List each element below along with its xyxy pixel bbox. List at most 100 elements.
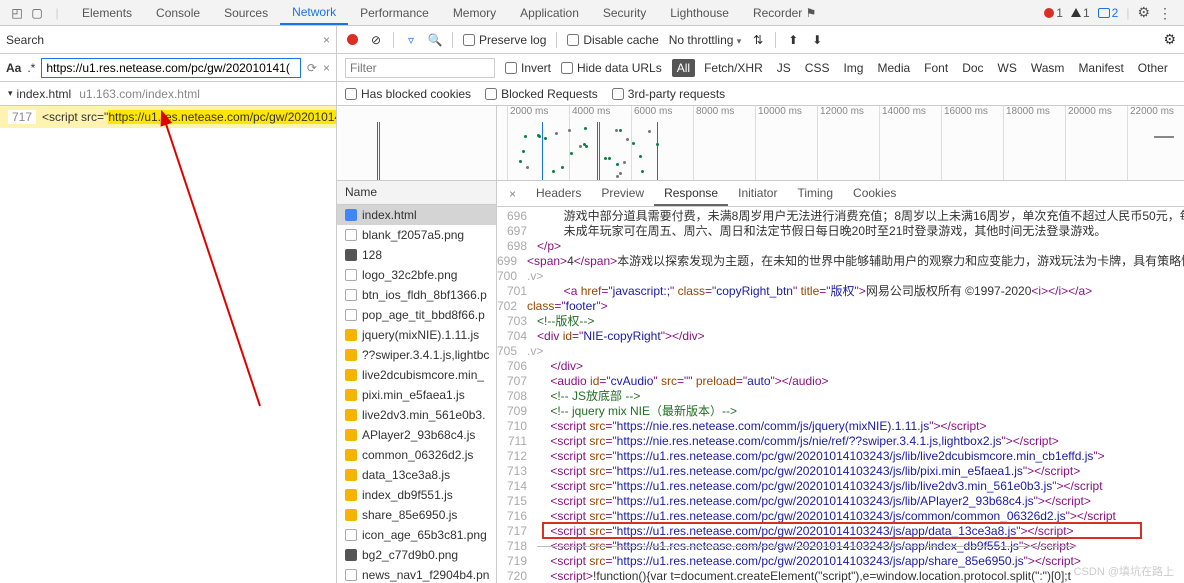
request-item[interactable]: ??swiper.3.4.1.js,lightbc: [337, 345, 496, 365]
code-line: 706 </div>: [497, 359, 1184, 374]
filter-type-ws[interactable]: WS: [993, 59, 1022, 77]
error-badge[interactable]: 1: [1044, 6, 1063, 20]
request-item[interactable]: APlayer2_93b68c4.js: [337, 425, 496, 445]
more-icon[interactable]: ⋮: [1158, 6, 1172, 20]
request-item[interactable]: 128: [337, 245, 496, 265]
filter-type-other[interactable]: Other: [1133, 59, 1173, 77]
request-item[interactable]: share_85e6950.js: [337, 505, 496, 525]
file-icon: [345, 289, 357, 301]
request-item[interactable]: news_nav1_f2904b4.pn: [337, 565, 496, 583]
name-column-header[interactable]: Name: [337, 181, 496, 205]
request-item[interactable]: index.html: [337, 205, 496, 225]
tab-sources[interactable]: Sources: [212, 0, 280, 25]
filter-icon[interactable]: ▿: [404, 33, 418, 47]
warning-badge[interactable]: 1: [1071, 6, 1090, 20]
tab-application[interactable]: Application: [508, 0, 591, 25]
detail-tab-headers[interactable]: Headers: [526, 182, 591, 206]
settings-icon[interactable]: ⚙: [1137, 4, 1150, 21]
detail-tab-initiator[interactable]: Initiator: [728, 182, 787, 206]
request-item[interactable]: bg2_c77d9b0.png: [337, 545, 496, 565]
code-line: 702class="footer">: [497, 299, 1184, 314]
inspect-element-icon[interactable]: ◰: [10, 6, 24, 20]
throttle-select[interactable]: No throttling ▾: [669, 33, 742, 47]
hide-data-urls-checkbox[interactable]: Hide data URLs: [561, 61, 662, 75]
upload-icon[interactable]: ⬆: [786, 33, 800, 47]
filter-type-font[interactable]: Font: [919, 59, 953, 77]
tab-lighthouse[interactable]: Lighthouse: [658, 0, 741, 25]
third-party-checkbox[interactable]: 3rd-party requests: [612, 87, 725, 101]
message-badge[interactable]: 2: [1098, 6, 1119, 20]
clear-search-icon[interactable]: ×: [323, 61, 330, 75]
file-icon: [345, 509, 357, 521]
filter-type-wasm[interactable]: Wasm: [1026, 59, 1070, 77]
detail-tab-cookies[interactable]: Cookies: [843, 182, 906, 206]
close-search-icon[interactable]: ×: [323, 33, 330, 47]
search-result-line[interactable]: 717 <script src="https://u1.res.netease.…: [0, 106, 336, 128]
timeline-overview[interactable]: 2000 ms4000 ms6000 ms8000 ms10000 ms1200…: [497, 106, 1184, 181]
record-icon[interactable]: [345, 33, 359, 47]
filter-type-css[interactable]: CSS: [800, 59, 835, 77]
clear-icon[interactable]: ⊘: [369, 33, 383, 47]
refresh-search-icon[interactable]: ⟳: [307, 61, 317, 75]
file-icon: [345, 349, 357, 361]
expand-icon: ▾: [8, 88, 13, 99]
code-line: 705.v>: [497, 344, 1184, 359]
search-input[interactable]: [41, 58, 301, 78]
toggle-device-icon[interactable]: ▢: [30, 6, 44, 20]
regex-toggle[interactable]: .*: [27, 61, 35, 75]
code-line: 697 未成年玩家可在周五、周六、周日和法定节假日每日晚20时至21时登录游戏，…: [497, 224, 1184, 239]
request-item[interactable]: live2dv3.min_561e0b3.: [337, 405, 496, 425]
request-item[interactable]: common_06326d2.js: [337, 445, 496, 465]
code-line: 703<!--版权-->: [497, 314, 1184, 329]
timeline-overview-narrow[interactable]: [337, 106, 496, 181]
file-icon: [345, 229, 357, 241]
detail-tab-timing[interactable]: Timing: [787, 182, 843, 206]
request-item[interactable]: pixi.min_e5faea1.js: [337, 385, 496, 405]
network-settings-icon[interactable]: ⚙: [1163, 31, 1176, 48]
filter-type-doc[interactable]: Doc: [957, 59, 988, 77]
tab-memory[interactable]: Memory: [441, 0, 508, 25]
filter-type-js[interactable]: JS: [772, 59, 796, 77]
file-icon: [345, 389, 357, 401]
detail-tab-response[interactable]: Response: [654, 182, 728, 206]
filter-type-fetchxhr[interactable]: Fetch/XHR: [699, 59, 768, 77]
tab-performance[interactable]: Performance: [348, 0, 441, 25]
invert-checkbox[interactable]: Invert: [505, 61, 551, 75]
search-icon[interactable]: 🔍: [428, 33, 442, 47]
filter-input[interactable]: [345, 58, 495, 78]
response-body[interactable]: 696 游戏中部分道具需要付费，未满8周岁用户无法进行消费充值；8周岁以上未满1…: [497, 207, 1184, 583]
request-item[interactable]: index_db9f551.js: [337, 485, 496, 505]
filter-type-all[interactable]: All: [672, 59, 695, 77]
request-item[interactable]: blank_f2057a5.png: [337, 225, 496, 245]
preserve-log-checkbox[interactable]: Preserve log: [463, 33, 546, 47]
request-item[interactable]: btn_ios_fldh_8bf1366.p: [337, 285, 496, 305]
disable-cache-checkbox[interactable]: Disable cache: [567, 33, 658, 47]
tab-network[interactable]: Network: [280, 0, 348, 25]
download-icon[interactable]: ⬇: [810, 33, 824, 47]
tab-console[interactable]: Console: [144, 0, 212, 25]
code-line: 700.v>: [497, 269, 1184, 284]
request-item[interactable]: logo_32c2bfe.png: [337, 265, 496, 285]
request-item[interactable]: jquery(mixNIE).1.11.js: [337, 325, 496, 345]
code-line: 710 <script src="https://nie.res.netease…: [497, 419, 1184, 434]
request-item[interactable]: live2dcubismcore.min_: [337, 365, 496, 385]
blocked-requests-checkbox[interactable]: Blocked Requests: [485, 87, 598, 101]
wifi-icon[interactable]: ⇅: [751, 33, 765, 47]
filter-type-manifest[interactable]: Manifest: [1073, 59, 1128, 77]
tab-security[interactable]: Security: [591, 0, 658, 25]
request-item[interactable]: pop_age_tit_bbd8f66.p: [337, 305, 496, 325]
filter-type-media[interactable]: Media: [872, 59, 915, 77]
search-result-file[interactable]: ▾ index.html u1.163.com/index.html: [0, 82, 337, 105]
match-case-toggle[interactable]: Aa: [6, 61, 21, 75]
file-icon: [345, 309, 357, 321]
code-line: 699<span>4</span>本游戏以探索发现为主题，在未知的世界中能够辅助…: [497, 254, 1184, 269]
tab-elements[interactable]: Elements: [70, 0, 144, 25]
tab-recorder[interactable]: Recorder ⚑: [741, 0, 828, 25]
filter-type-img[interactable]: Img: [838, 59, 868, 77]
close-detail-icon[interactable]: ×: [503, 187, 522, 201]
request-item[interactable]: data_13ce3a8.js: [337, 465, 496, 485]
detail-tab-preview[interactable]: Preview: [591, 182, 654, 206]
blocked-cookies-checkbox[interactable]: Has blocked cookies: [345, 87, 471, 101]
request-item[interactable]: icon_age_65b3c81.png: [337, 525, 496, 545]
detail-tabs: × HeadersPreviewResponseInitiatorTimingC…: [497, 181, 1184, 207]
